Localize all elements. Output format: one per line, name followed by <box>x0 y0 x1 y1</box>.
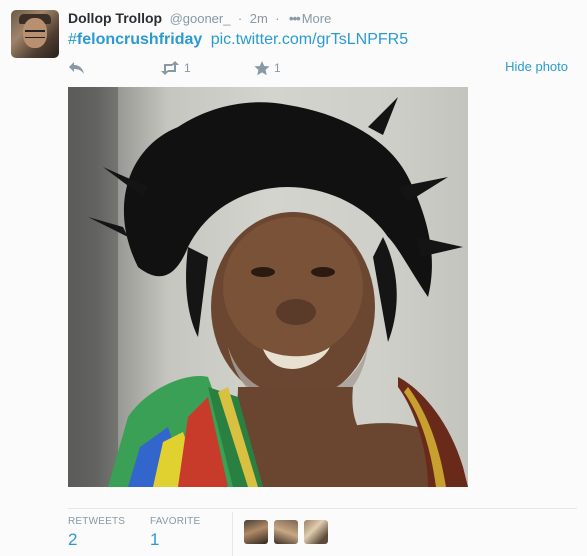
more-menu-button[interactable]: ••• More <box>289 11 331 26</box>
engager-avatar[interactable] <box>304 520 328 544</box>
tweet-header: Dollop Trollop @gooner_ · 2m · ••• More <box>68 10 331 30</box>
avatar[interactable] <box>11 10 59 58</box>
user-fullname[interactable]: Dollop Trollop <box>68 10 162 26</box>
favorite-button[interactable]: 1 <box>254 58 281 78</box>
more-label: More <box>301 11 332 26</box>
mugshot-image <box>68 87 468 487</box>
hashtag-link[interactable]: #feloncrushfriday <box>68 31 202 48</box>
tweet-actions: 1 1 Hide photo <box>68 58 578 78</box>
retweet-count: 1 <box>184 61 191 75</box>
tweet-photo[interactable] <box>68 87 468 487</box>
more-dots-icon: ••• <box>289 11 301 26</box>
stats-vertical-divider <box>232 512 233 556</box>
retweets-value: 2 <box>68 530 78 549</box>
favorites-label: FAVORITE <box>150 516 201 527</box>
retweet-button[interactable]: 1 <box>160 58 191 78</box>
stats-divider <box>68 508 577 509</box>
hide-photo-link[interactable]: Hide photo <box>505 58 568 76</box>
star-icon <box>254 60 270 75</box>
retweets-label: RETWEETS <box>68 516 126 527</box>
separator-dot: · <box>275 11 280 26</box>
tweet-text: #feloncrushfriday pic.twitter.com/grTsLN… <box>68 30 408 50</box>
retweets-stat[interactable]: RETWEETS 2 <box>68 516 125 550</box>
reply-arrow-icon <box>69 62 84 74</box>
retweet-icon <box>161 61 179 75</box>
favorite-count: 1 <box>274 61 281 75</box>
engager-avatar[interactable] <box>274 520 298 544</box>
reply-button[interactable] <box>68 58 85 78</box>
favorites-stat[interactable]: FAVORITE 1 <box>150 516 200 550</box>
favorites-value: 1 <box>150 530 160 549</box>
separator-dot: · <box>237 11 243 26</box>
tweet-timestamp[interactable]: 2m <box>250 11 268 26</box>
tweet: Dollop Trollop @gooner_ · 2m · ••• More #… <box>0 0 587 556</box>
engager-avatar[interactable] <box>244 520 268 544</box>
photo-link[interactable]: pic.twitter.com/grTsLNPFR5 <box>211 31 408 48</box>
user-handle[interactable]: @gooner_ <box>170 11 231 26</box>
